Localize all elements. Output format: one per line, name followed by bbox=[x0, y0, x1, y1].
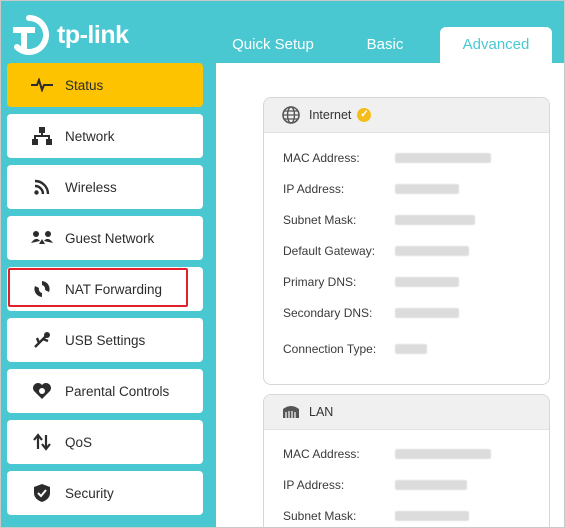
sidebar-item-label: USB Settings bbox=[65, 332, 146, 348]
sidebar-item-network[interactable]: Network bbox=[7, 114, 203, 158]
default-gateway-label: Default Gateway: bbox=[283, 244, 376, 258]
internet-card-header: Internet ✓ bbox=[264, 98, 549, 133]
sidebar-item-status[interactable]: Status bbox=[7, 63, 203, 107]
connection-type-label: Connection Type: bbox=[283, 342, 377, 356]
nat-forwarding-icon bbox=[30, 277, 54, 301]
internet-title: Internet bbox=[309, 108, 352, 122]
ip-address-value bbox=[395, 184, 459, 194]
sidebar-item-wireless[interactable]: Wireless bbox=[7, 165, 203, 209]
sidebar-item-label: Wireless bbox=[65, 179, 117, 195]
sidebar-item-label: NAT Forwarding bbox=[65, 281, 163, 297]
guest-network-icon bbox=[30, 226, 54, 250]
lan-subnet-mask-value bbox=[395, 511, 469, 521]
primary-dns-value bbox=[395, 277, 459, 287]
tab-quick-setup[interactable]: Quick Setup bbox=[225, 27, 321, 65]
globe-icon bbox=[282, 105, 302, 125]
subnet-mask-value bbox=[395, 215, 475, 225]
subnet-mask-label: Subnet Mask: bbox=[283, 213, 357, 227]
sidebar-item-label: QoS bbox=[65, 434, 93, 450]
lan-card: LAN MAC Address: IP Address: Subnet Mask… bbox=[263, 394, 550, 527]
mac-address-label: MAC Address: bbox=[283, 151, 360, 165]
sidebar-item-label: Parental Controls bbox=[65, 383, 170, 399]
primary-dns-label: Primary DNS: bbox=[283, 275, 357, 289]
sidebar-item-security[interactable]: Security bbox=[7, 471, 203, 515]
brand-name: tp-link bbox=[57, 20, 129, 49]
shield-icon bbox=[30, 481, 54, 505]
default-gateway-value bbox=[395, 246, 469, 256]
sidebar-item-label: Network bbox=[65, 128, 115, 144]
parental-controls-icon bbox=[30, 379, 54, 403]
mac-address-value bbox=[395, 153, 491, 163]
ip-address-label: IP Address: bbox=[283, 182, 345, 196]
usb-icon bbox=[30, 328, 54, 352]
sidebar: Status Network Wireless Guest Network NA… bbox=[7, 63, 205, 522]
sidebar-item-qos[interactable]: QoS bbox=[7, 420, 203, 464]
check-circle-icon: ✓ bbox=[357, 108, 372, 122]
lan-ip-address-value bbox=[395, 480, 467, 490]
lan-title: LAN bbox=[309, 405, 334, 419]
main-content: Internet ✓ MAC Address: IP Address: Subn… bbox=[216, 63, 564, 527]
lan-mac-address-value bbox=[395, 449, 491, 459]
tp-link-logo-icon bbox=[13, 15, 49, 55]
ethernet-port-icon bbox=[282, 402, 302, 422]
sidebar-item-label: Security bbox=[65, 485, 114, 501]
secondary-dns-label: Secondary DNS: bbox=[283, 306, 373, 320]
sidebar-item-label: Status bbox=[65, 77, 104, 93]
connection-type-value bbox=[395, 344, 427, 354]
sidebar-item-parental-controls[interactable]: Parental Controls bbox=[7, 369, 203, 413]
sidebar-item-label: Guest Network bbox=[65, 230, 155, 246]
qos-icon bbox=[30, 430, 54, 454]
secondary-dns-value bbox=[395, 308, 459, 318]
tab-advanced[interactable]: Advanced bbox=[440, 27, 552, 67]
internet-card: Internet ✓ MAC Address: IP Address: Subn… bbox=[263, 97, 550, 385]
sidebar-item-usb-settings[interactable]: USB Settings bbox=[7, 318, 203, 362]
tp-link-logo: tp-link bbox=[9, 15, 129, 55]
pulse-icon bbox=[30, 73, 54, 97]
sidebar-item-nat-forwarding[interactable]: NAT Forwarding bbox=[7, 267, 203, 311]
lan-card-header: LAN bbox=[264, 395, 549, 430]
lan-mac-address-label: MAC Address: bbox=[283, 447, 360, 461]
wifi-icon bbox=[30, 175, 54, 199]
tab-basic[interactable]: Basic bbox=[356, 27, 414, 65]
lan-subnet-mask-label: Subnet Mask: bbox=[283, 509, 357, 523]
network-icon bbox=[30, 124, 54, 148]
sidebar-item-guest-network[interactable]: Guest Network bbox=[7, 216, 203, 260]
lan-ip-address-label: IP Address: bbox=[283, 478, 345, 492]
router-admin-window: tp-link Quick Setup Basic Advanced Statu… bbox=[0, 0, 565, 528]
